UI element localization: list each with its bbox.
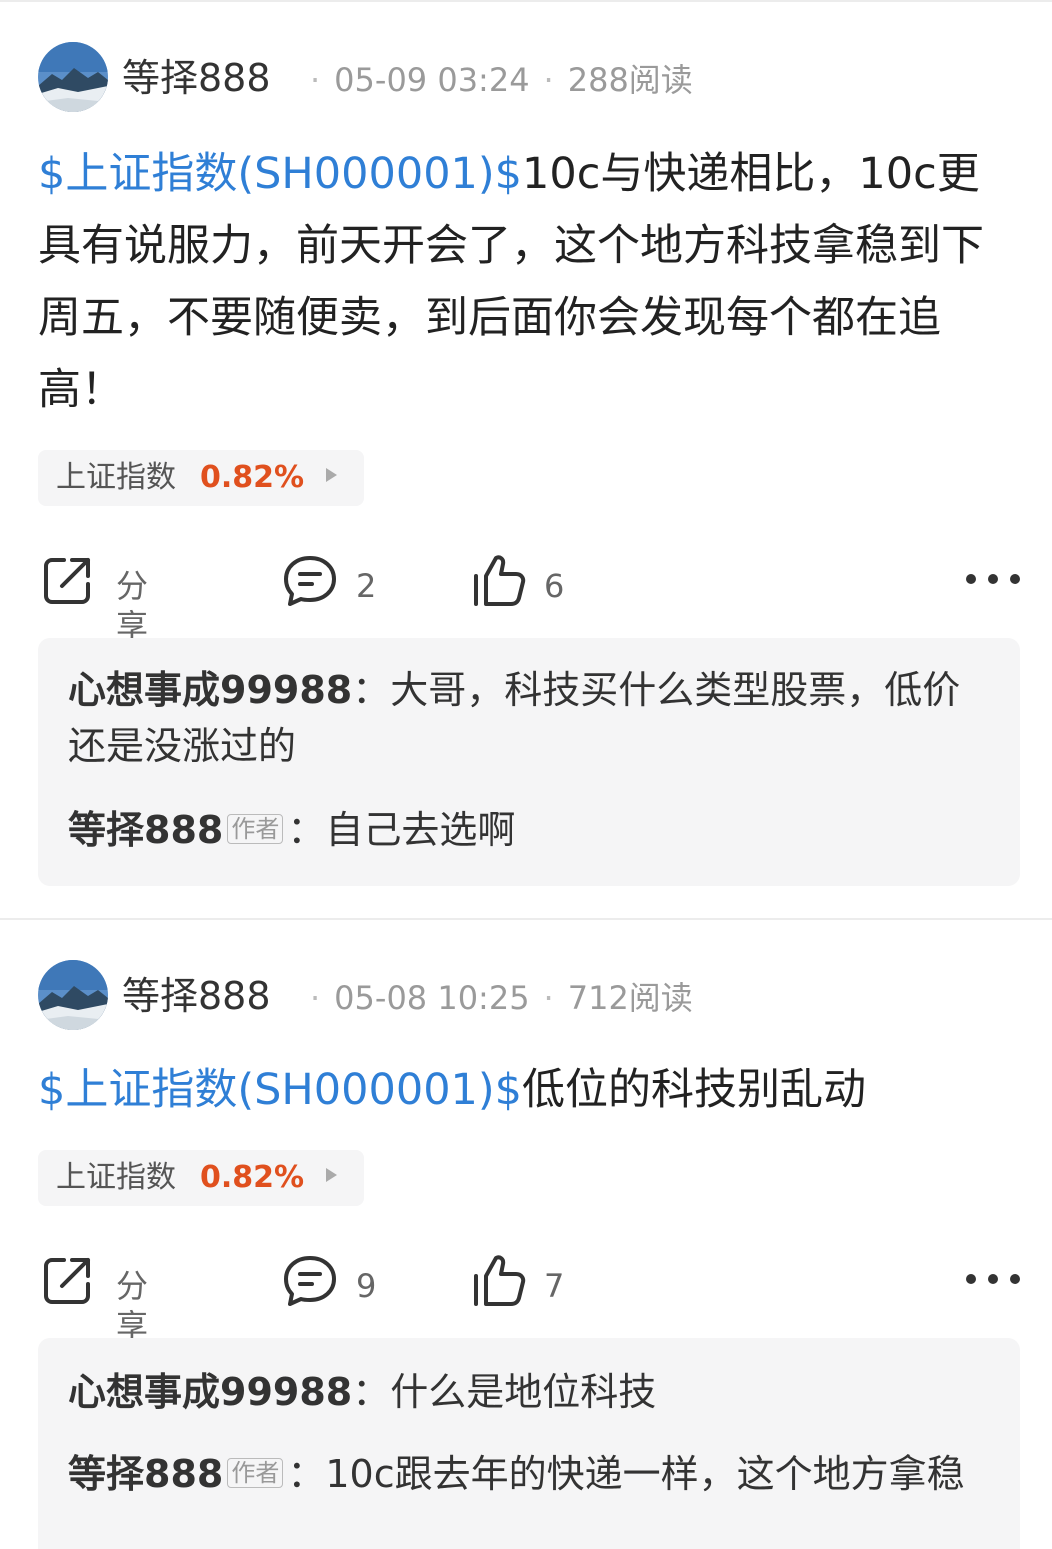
post-header: 等择888 · 05-08 10:25 · 712阅读 <box>0 958 1052 1034</box>
like-icon <box>474 555 526 606</box>
separator-dot: · <box>543 61 554 99</box>
post-card[interactable]: 等择888 · 05-09 03:24 · 288阅读 $上证指数(SH000001)… <box>0 40 1052 886</box>
stock-tag-change: 0.82% <box>200 460 305 495</box>
post-time: 05-08 10:25 <box>334 979 530 1017</box>
separator-dot: · <box>310 979 321 1017</box>
separator-dot: · <box>543 979 554 1017</box>
comment-icon <box>284 1256 336 1306</box>
more-icon[interactable] <box>966 1274 1024 1286</box>
stock-tag[interactable]: 上证指数 0.82% <box>38 450 364 506</box>
post-card[interactable]: 等择888 · 05-08 10:25 · 712阅读 $上证指数(SH000001)… <box>0 958 1052 1549</box>
comment-item[interactable]: 等择888 作者 ：自己去选啊 <box>68 802 996 858</box>
comment-icon <box>284 556 336 606</box>
comment-text: 10c跟去年的快递一样，这个地方拿稳 <box>325 1452 965 1496</box>
comment-separator: ： <box>352 1370 391 1414</box>
top-divider <box>0 0 1052 4</box>
post-author-name[interactable]: 等择888 <box>122 54 271 102</box>
like-count: 6 <box>544 567 565 605</box>
separator-dot: · <box>310 61 321 99</box>
post-time: 05-09 03:24 <box>334 61 530 99</box>
more-icon[interactable] <box>966 574 1024 586</box>
post-author-name[interactable]: 等择888 <box>122 972 271 1020</box>
comment-user[interactable]: 心想事成99988 <box>68 668 352 712</box>
comment-item[interactable]: 心想事成99988：大哥，科技买什么类型股票，低价还是没涨过的 <box>68 662 996 774</box>
comment-separator: ： <box>352 668 391 712</box>
stock-tag[interactable]: 上证指数 0.82% <box>38 1150 364 1206</box>
avatar-landscape-image <box>38 960 108 1030</box>
comment-item[interactable]: 等择888 作者 ：10c跟去年的快递一样，这个地方拿稳 <box>68 1446 996 1502</box>
stock-tag-name: 上证指数 <box>56 460 176 495</box>
post-content[interactable]: $上证指数(SH000001)$10c与快递相比，10c更具有说服力，前天开会了… <box>38 138 1018 426</box>
like-icon <box>474 1255 526 1306</box>
avatar[interactable] <box>38 960 108 1030</box>
share-label: 分享 <box>116 567 149 645</box>
avatar[interactable] <box>38 42 108 112</box>
post-content[interactable]: $上证指数(SH000001)$低位的科技别乱动 <box>38 1054 1018 1126</box>
post-divider <box>0 918 1052 920</box>
post-header: 等择888 · 05-09 03:24 · 288阅读 <box>0 40 1052 116</box>
comment-text: 自己去选啊 <box>325 808 516 852</box>
action-bar: 分享 9 7 <box>0 1246 1052 1345</box>
stock-link[interactable]: $上证指数(SH000001)$ <box>38 1065 522 1115</box>
comment-count: 9 <box>356 1267 377 1305</box>
post-meta: · 05-08 10:25 · 712阅读 <box>296 976 693 1020</box>
comment-text: 什么是地位科技 <box>390 1370 657 1414</box>
post-text: 低位的科技别乱动 <box>522 1065 867 1115</box>
comment-user[interactable]: 等择888 <box>68 1452 223 1496</box>
share-icon <box>44 558 90 604</box>
play-arrow-icon <box>326 468 337 482</box>
stock-tag-name: 上证指数 <box>56 1160 176 1195</box>
comment-user[interactable]: 心想事成99988 <box>68 1370 352 1414</box>
action-bar: 分享 2 6 <box>0 546 1052 645</box>
comment-separator: ： <box>287 808 326 852</box>
share-icon <box>44 1258 90 1304</box>
stock-link[interactable]: $上证指数(SH000001)$ <box>38 149 522 199</box>
post-read-count: 712阅读 <box>567 979 693 1017</box>
comment-item[interactable]: 心想事成99988：什么是地位科技 <box>68 1364 996 1420</box>
play-arrow-icon <box>326 1168 337 1182</box>
author-badge: 作者 <box>227 814 284 844</box>
stock-tag-change: 0.82% <box>200 1160 305 1195</box>
avatar-landscape-image <box>38 42 108 112</box>
comment-count: 2 <box>356 567 377 605</box>
comment-separator: ： <box>287 1452 326 1496</box>
share-label: 分享 <box>116 1267 149 1345</box>
post-meta: · 05-09 03:24 · 288阅读 <box>296 58 693 102</box>
post-read-count: 288阅读 <box>567 61 693 99</box>
comment-preview-panel[interactable]: 心想事成99988：大哥，科技买什么类型股票，低价还是没涨过的 等择888 作者：… <box>38 638 1020 886</box>
author-badge: 作者 <box>227 1458 284 1488</box>
like-count: 7 <box>544 1267 565 1305</box>
comment-user[interactable]: 等择888 <box>68 808 223 852</box>
comment-preview-panel[interactable]: 心想事成99988：什么是地位科技 等择888 作者 ：10c跟去年的快递一样，这个… <box>38 1338 1020 1549</box>
